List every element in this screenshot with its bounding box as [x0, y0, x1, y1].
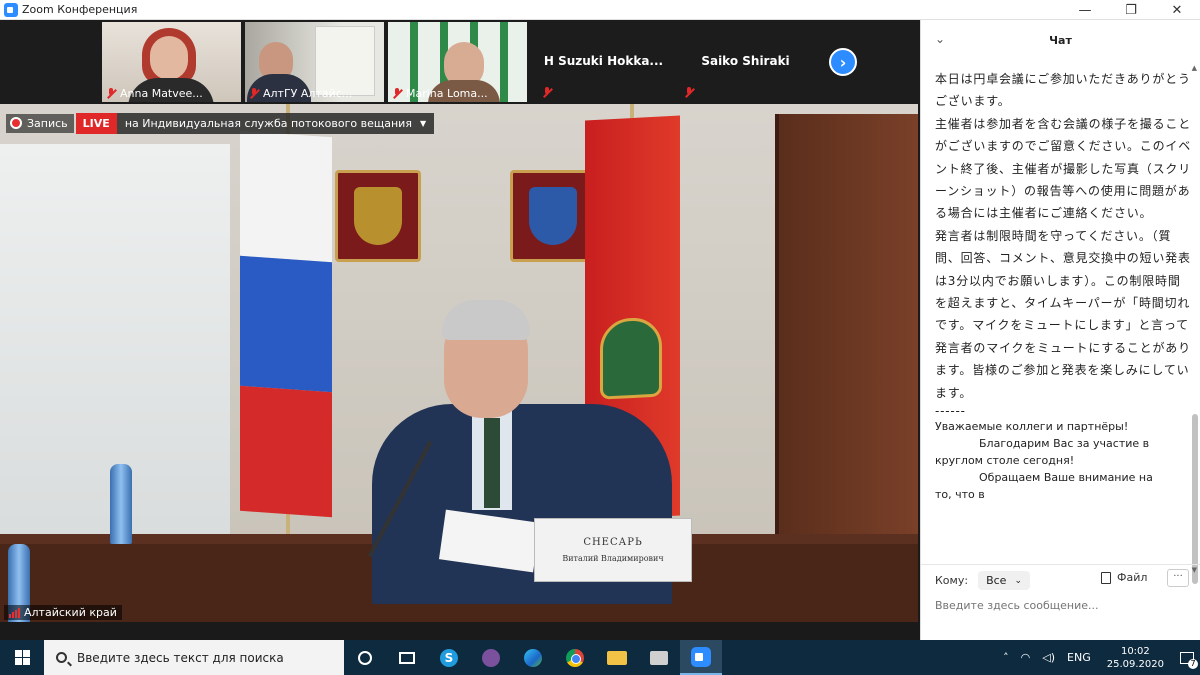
chat-message: 主催者は参加者を含む会議の様子を撮ることがございますのでご留意ください。このイベ… [935, 116, 1192, 221]
chat-message: то, что в [935, 488, 985, 502]
title-bar: Zoom Конференция — ❐ ✕ [0, 0, 1200, 20]
zoom-app-icon [4, 2, 18, 17]
recipient-select[interactable]: Все ⌄ [978, 571, 1030, 590]
cortana-icon [358, 650, 372, 665]
task-view-icon [399, 651, 415, 664]
skype-icon: S [440, 648, 458, 667]
next-page-button[interactable]: › [829, 48, 857, 76]
clock-time: 10:02 [1120, 645, 1150, 657]
speaker-label: Алтайский край [4, 605, 122, 620]
viber-icon [482, 648, 500, 667]
recipient-row: Кому: Все ⌄ [935, 571, 1030, 590]
zoom-taskbar-button[interactable] [680, 640, 722, 675]
chat-message: Обращаем Ваше внимание на [979, 471, 1153, 485]
participant-tile-5[interactable]: Saiko Shiraki [676, 22, 815, 102]
chrome-button[interactable] [554, 640, 596, 675]
participant-name-4: H Suzuki Hokka... [543, 54, 664, 68]
maximize-button[interactable]: ❐ [1108, 0, 1154, 20]
window-controls: — ❐ ✕ [1062, 0, 1200, 20]
chat-title: Чат [1049, 33, 1072, 47]
scanner-icon [650, 650, 668, 665]
minimize-button[interactable]: — [1062, 0, 1108, 20]
recording-bar: Запись LIVE на Индивидуальная служба пот… [6, 112, 435, 134]
russia-coat-of-arms [335, 170, 421, 262]
signal-bars-icon [9, 607, 20, 618]
file-explorer-button[interactable] [596, 640, 638, 675]
chat-message-input[interactable] [935, 599, 1185, 612]
stream-dropdown[interactable]: на Индивидуальная служба потокового веща… [116, 112, 435, 134]
viber-button[interactable] [470, 640, 512, 675]
file-button[interactable]: Файл [1101, 571, 1147, 584]
live-badge[interactable]: LIVE [75, 112, 117, 134]
participant-label-1: Anna Matvee... [106, 87, 203, 100]
taskbar-search[interactable]: Введите здесь текст для поиска [44, 640, 344, 675]
chat-message: круглом столе сегодня! [935, 454, 1075, 468]
participant-video-2[interactable]: АлтГУ Алтайс... [245, 22, 384, 102]
close-button[interactable]: ✕ [1154, 0, 1200, 20]
record-icon [10, 117, 22, 129]
chrome-icon [566, 648, 584, 667]
notification-center-button[interactable]: 7 [1174, 640, 1200, 675]
chat-scrollbar[interactable]: ▲ ▼ [1192, 64, 1198, 584]
window-title: Zoom Конференция [22, 3, 138, 16]
chat-header: ⌄ Чат [921, 20, 1200, 60]
chat-message: 本日は円卓会議にご参加いただきありがとうございます。 [935, 72, 1191, 109]
cortana-button[interactable] [344, 640, 386, 675]
task-view-button[interactable] [386, 640, 428, 675]
mic-muted-icon [106, 88, 116, 99]
nameplate-surname: СНЕСАРЬ [583, 537, 643, 548]
search-icon [56, 652, 67, 663]
language-indicator[interactable]: ENG [1067, 651, 1091, 664]
clock[interactable]: 10:02 25.09.2020 [1107, 645, 1164, 671]
mic-muted-icon [392, 88, 402, 99]
clock-date: 25.09.2020 [1106, 658, 1164, 670]
participant-label-2: АлтГУ Алтайс... [249, 87, 352, 100]
scroll-up-icon[interactable]: ▲ [1192, 64, 1197, 72]
edge-icon [524, 648, 542, 667]
recipient-label: Кому: [935, 574, 969, 587]
system-tray: ˄ ◠ ◁) ENG 10:02 25.09.2020 7 [997, 640, 1200, 675]
recording-indicator[interactable]: Запись [6, 113, 74, 133]
start-button[interactable] [0, 640, 44, 675]
search-placeholder: Введите здесь текст для поиска [77, 650, 284, 665]
chat-panel: ⌄ Чат 本日は円卓会議にご参加いただきありがとうございます。 主催者は参加者… [920, 20, 1200, 640]
chat-message: ------ [935, 404, 966, 419]
main-video: СНЕСАРЬ Виталий Владимирович Запись LIVE… [0, 104, 918, 622]
chat-message: 発言者は制限時間を守ってください。（質問、回答、コメント、意見交換中の短い発表は… [935, 228, 1191, 400]
mic-muted-icon [249, 88, 259, 99]
water-bottle [110, 464, 132, 544]
chat-message: Благодарим Вас за участие в [979, 437, 1150, 451]
chat-message: Уважаемые коллеги и партнёры! [935, 420, 1129, 434]
taskbar: Введите здесь текст для поиска S ˄ ◠ ◁) … [0, 640, 1200, 675]
windows-logo-icon [14, 650, 30, 665]
caret-down-icon: ▼ [419, 118, 427, 128]
chat-messages: 本日は円卓会議にご参加いただきありがとうございます。 主催者は参加者を含む会議の… [935, 68, 1193, 558]
russian-flag [240, 130, 332, 518]
scanner-button[interactable] [638, 640, 680, 675]
file-icon [1101, 571, 1111, 584]
scrollbar-thumb[interactable] [1192, 414, 1198, 584]
zoom-icon [691, 646, 711, 667]
nameplate: СНЕСАРЬ Виталий Владимирович [534, 518, 692, 582]
mic-muted-icon [542, 87, 552, 98]
chevron-down-icon: ⌄ [1014, 575, 1022, 586]
folder-icon [607, 650, 627, 665]
skype-button[interactable]: S [428, 640, 470, 675]
mic-muted-icon [684, 87, 694, 98]
participant-strip: Anna Matvee... АлтГУ Алтайс... Marina Lo… [0, 20, 920, 104]
chat-footer: Кому: Все ⌄ Файл ··· [921, 564, 1200, 640]
participant-name-5: Saiko Shiraki [701, 54, 790, 68]
participant-video-1[interactable]: Anna Matvee... [102, 22, 241, 102]
notification-count: 7 [1188, 659, 1198, 669]
participant-tile-4[interactable]: H Suzuki Hokka... [534, 22, 673, 102]
volume-icon[interactable]: ◁) [1042, 651, 1055, 664]
chevron-up-icon[interactable]: ˄ [1003, 651, 1009, 664]
wifi-icon[interactable]: ◠ [1021, 651, 1031, 664]
altai-coat-of-arms [510, 170, 596, 262]
edge-button[interactable] [512, 640, 554, 675]
participant-video-3[interactable]: Marina Loma... [388, 22, 527, 102]
participant-label-3: Marina Loma... [392, 87, 488, 100]
more-options-button[interactable]: ··· [1167, 569, 1189, 587]
nameplate-name: Виталий Владимирович [562, 554, 664, 563]
